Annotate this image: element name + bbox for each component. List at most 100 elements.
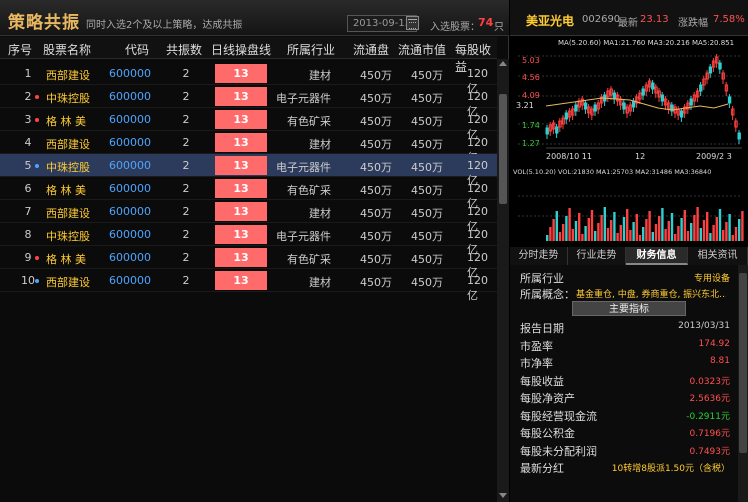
- stock-name[interactable]: 格 林 美: [46, 251, 86, 267]
- scroll-thumb[interactable]: [739, 273, 747, 453]
- eps: 120亿: [467, 274, 488, 302]
- stock-code[interactable]: 600000: [109, 67, 151, 80]
- volume-bar: [738, 219, 741, 241]
- volume-bar: [686, 231, 690, 241]
- float-shares: 450万: [360, 69, 392, 82]
- candle-body: [689, 98, 693, 106]
- concept-label: 所属概念：: [520, 288, 575, 301]
- table-row[interactable]: 9格 林 美 600000 2 13 有色矿采 450万 450万 120亿: [0, 246, 497, 279]
- volume-bar: [712, 225, 715, 241]
- volume-bar: [558, 232, 562, 241]
- float-shares: 450万: [360, 92, 392, 105]
- table-row[interactable]: 8 中珠控股 600000 2 13 电子元器件 450万 450万 120亿: [0, 223, 497, 256]
- tab-2[interactable]: 财务信息: [626, 247, 688, 265]
- col-header-float[interactable]: 流通盘: [353, 41, 389, 58]
- stock-name[interactable]: 格 林 美: [46, 113, 86, 129]
- stock-code[interactable]: 600000: [109, 182, 151, 195]
- daily-line-badge: 13: [215, 87, 267, 106]
- market-value: 450万: [411, 276, 443, 289]
- table-row[interactable]: 1 西部建设 600000 2 13 建材 450万 450万 120亿: [0, 62, 497, 95]
- resonance-count: 2: [182, 159, 190, 172]
- volume-bar: [597, 223, 600, 241]
- indicator-value: 10转增8股派1.50元（含税）: [611, 464, 730, 474]
- daily-line-badge: 13: [215, 202, 267, 221]
- tab-1[interactable]: 行业走势: [568, 247, 626, 265]
- selected-count-unit: 只: [494, 22, 504, 33]
- price-label: 1.74: [522, 121, 540, 130]
- col-header-resonance[interactable]: 共振数: [166, 41, 202, 58]
- industry: 建材: [309, 276, 331, 289]
- col-header-code[interactable]: 代码: [125, 41, 149, 58]
- volume-bar: [722, 230, 725, 241]
- stock-code[interactable]: 600000: [109, 159, 151, 172]
- col-header-name[interactable]: 股票名称: [43, 41, 91, 58]
- stock-name[interactable]: 中珠控股: [46, 228, 90, 244]
- financial-info: 所属行业 专用设备 所属概念： 基金重仓, 中盘, 券商重仓, 振兴东北... …: [510, 265, 748, 502]
- table-row[interactable]: 2 中珠控股 600000 2 13 电子元器件 450万 450万 120亿: [0, 85, 497, 118]
- volume-bar: [741, 211, 744, 241]
- table-row[interactable]: 10 西部建设 600000 2 13 建材 450万 450万 120亿: [0, 269, 497, 302]
- change-label: 涨跌幅: [678, 18, 708, 29]
- daily-line-badge: 13: [215, 225, 267, 244]
- table-row[interactable]: 4西部建设600000213建材450万450万120亿: [0, 131, 497, 164]
- volume-bar: [574, 221, 578, 241]
- calendar-icon[interactable]: [406, 16, 419, 30]
- tab-3[interactable]: 相关资讯: [688, 247, 748, 265]
- section-header: 主要指标: [572, 301, 686, 316]
- date-label: 2009/2 3: [696, 152, 732, 161]
- daily-line-badge: 13: [215, 156, 267, 175]
- table-scrollbar[interactable]: [497, 59, 509, 502]
- candle-body: [718, 62, 722, 70]
- volume-bar: [638, 235, 642, 241]
- table-row[interactable]: 7 西部建设 600000 2 13 建材 450万 450万 120亿: [0, 200, 497, 233]
- table-row[interactable]: 3格 林 美 600000 2 13 有色矿采 450万 450万 120亿: [0, 108, 497, 141]
- stock-code[interactable]: 600000: [109, 228, 151, 241]
- stock-name[interactable]: 西部建设: [46, 205, 90, 221]
- stock-code[interactable]: 600000: [109, 274, 151, 287]
- daily-line-badge: 13: [215, 179, 267, 198]
- industry: 有色矿采: [287, 184, 331, 197]
- col-header-index[interactable]: 序号: [8, 41, 32, 58]
- market-value: 450万: [411, 230, 443, 243]
- stock-code[interactable]: 600000: [109, 205, 151, 218]
- candle-body: [708, 66, 713, 74]
- col-header-daily-line[interactable]: 日线操盘线: [211, 41, 271, 58]
- scroll-up-arrow-icon[interactable]: [499, 61, 507, 66]
- stock-name[interactable]: 中珠控股: [46, 90, 90, 106]
- volume-bar: [622, 217, 626, 241]
- stock-name[interactable]: 中珠控股: [46, 159, 90, 175]
- resonance-count: 2: [182, 182, 190, 195]
- market-value: 450万: [411, 207, 443, 220]
- scroll-thumb[interactable]: [499, 94, 507, 204]
- stock-name[interactable]: 西部建设: [46, 67, 90, 83]
- resonance-count: 2: [182, 136, 190, 149]
- stock-name[interactable]: 西部建设: [46, 136, 90, 152]
- float-shares: 450万: [360, 276, 392, 289]
- float-shares: 450万: [360, 207, 392, 220]
- daily-line-badge: 13: [215, 133, 267, 152]
- kline-chart[interactable]: MA(5.20.60) MA1:21.760 MA3:20.216 MA5:20…: [510, 36, 748, 246]
- volume-bar: [696, 207, 699, 241]
- volume-bar: [709, 233, 712, 241]
- scroll-down-arrow-icon[interactable]: [499, 493, 507, 498]
- row-index: 7: [24, 205, 32, 218]
- info-scrollbar[interactable]: [738, 265, 748, 502]
- indicator-label: 每股未分配利润: [520, 444, 597, 458]
- stock-code[interactable]: 600000: [109, 136, 151, 149]
- tab-0[interactable]: 分时走势: [510, 247, 568, 265]
- stock-code[interactable]: 600000: [109, 251, 151, 264]
- stock-name[interactable]: 格 林 美: [46, 182, 86, 198]
- stock-code[interactable]: 600000: [109, 113, 151, 126]
- table-row[interactable]: 6格 林 美 600000 2 13 有色矿采 450万 450万 120亿: [0, 177, 497, 210]
- volume-bar: [578, 213, 581, 241]
- col-header-market-value[interactable]: 流通市值: [398, 41, 446, 58]
- volume-bar: [552, 219, 555, 241]
- table-row[interactable]: 5 中珠控股 600000 2 13 电子元器件 450万 450万 120亿: [0, 154, 497, 187]
- candle-body: [583, 102, 588, 110]
- status-dot-icon: [35, 256, 39, 260]
- volume-bar: [562, 224, 565, 241]
- stock-code[interactable]: 600000: [109, 90, 151, 103]
- price-label: 1.27: [522, 139, 540, 148]
- col-header-industry[interactable]: 所属行业: [287, 41, 335, 58]
- stock-name[interactable]: 西部建设: [46, 274, 90, 290]
